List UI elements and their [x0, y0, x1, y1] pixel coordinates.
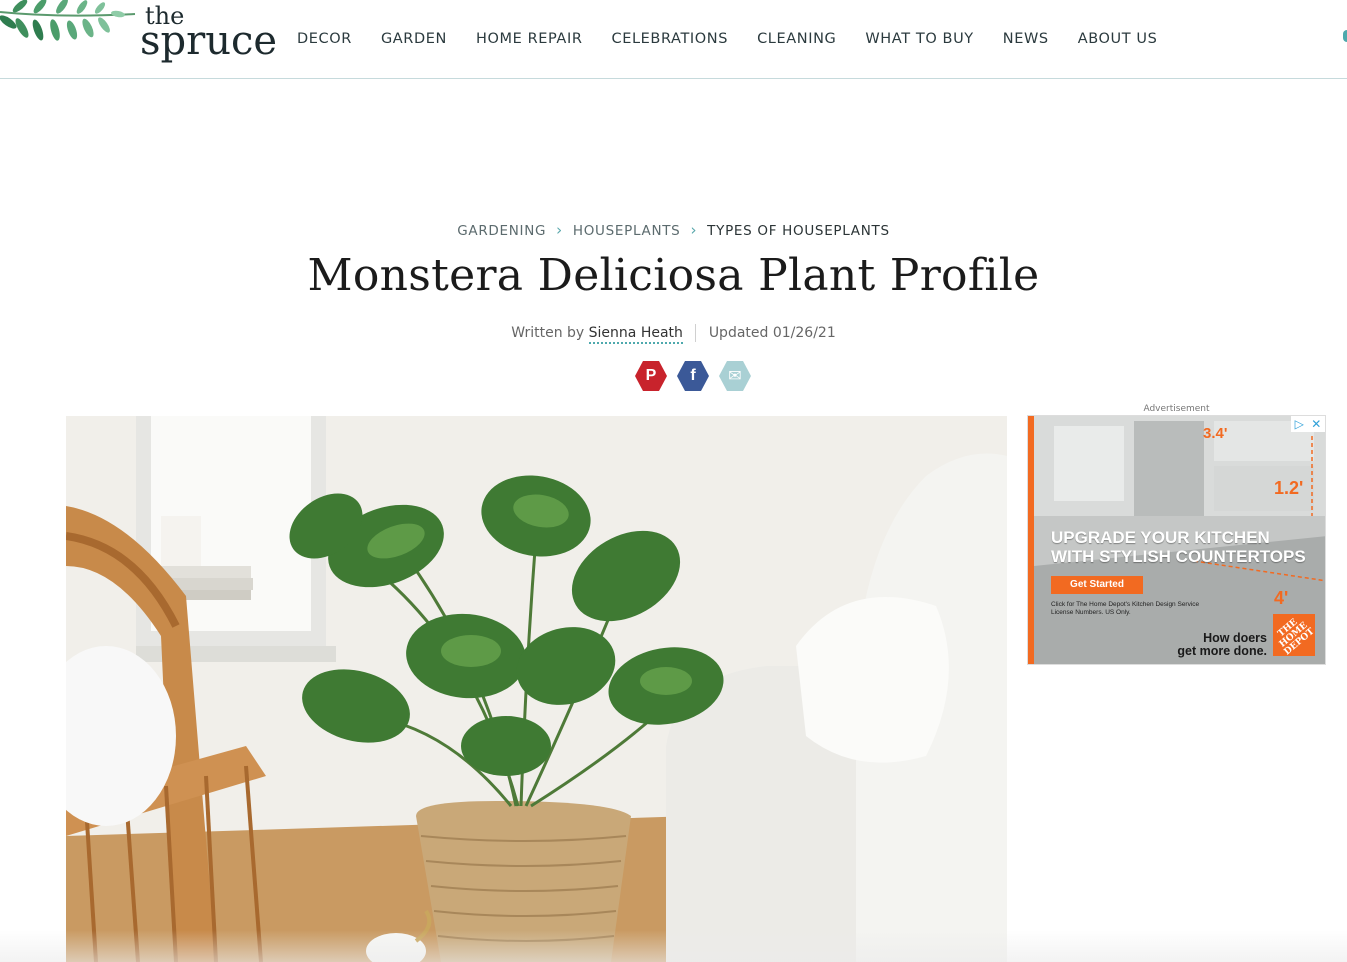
ad-controls: ▷ ✕ — [1291, 416, 1325, 432]
nav-home-repair[interactable]: HOME REPAIR — [476, 31, 583, 47]
leaf-branch-logo-graphic — [0, 0, 136, 41]
updated-date: Updated 01/26/21 — [708, 325, 836, 341]
nav-cleaning[interactable]: CLEANING — [757, 31, 836, 47]
logo-spruce[interactable]: spruce — [140, 18, 277, 64]
byline: Written by Sienna Heath Updated 01/26/21 — [0, 324, 1347, 344]
adchoices-icon[interactable]: ▷ — [1295, 417, 1304, 431]
social-share: P f ✉ — [635, 360, 751, 392]
advertisement[interactable]: 3.4' 1.2' 4' UPGRADE YOUR KITCHEN WITH S… — [1027, 415, 1326, 665]
pinterest-share-button[interactable]: P — [635, 360, 667, 392]
ad-label: Advertisement — [1143, 404, 1210, 414]
ad-headline-line-2: WITH STYLISH COUNTERTOPS — [1051, 547, 1306, 566]
home-depot-logo-text: THE HOME DEPOT — [1276, 616, 1317, 657]
search-toggle-edge[interactable] — [1343, 30, 1347, 42]
main-nav: DECOR GARDEN HOME REPAIR CELEBRATIONS CL… — [297, 31, 1186, 47]
ad-tagline: How doers get more done. — [1177, 632, 1267, 658]
monstera-plant-photo — [66, 416, 1007, 962]
ad-dimension-2: 1.2' — [1274, 478, 1304, 498]
written-by-label: Written by — [511, 325, 585, 341]
article-title: Monstera Deliciosa Plant Profile — [307, 250, 1040, 301]
ad-get-started-button[interactable]: Get Started — [1051, 576, 1143, 594]
home-depot-logo: THE HOME DEPOT — [1273, 614, 1316, 657]
breadcrumb-houseplants[interactable]: HOUSEPLANTS — [573, 223, 681, 239]
facebook-share-button[interactable]: f — [677, 360, 709, 392]
breadcrumb-current[interactable]: TYPES OF HOUSEPLANTS — [707, 223, 890, 239]
ad-dimension-1: 3.4' — [1203, 425, 1228, 442]
pinterest-icon: P — [645, 367, 657, 384]
nav-garden[interactable]: GARDEN — [381, 31, 447, 47]
site-header: the spruce DECOR GARDEN HOME REPAIR CELE… — [0, 0, 1347, 79]
ad-headline-line-1: UPGRADE YOUR KITCHEN — [1051, 528, 1270, 547]
facebook-icon: f — [690, 367, 696, 384]
breadcrumb: GARDENING › HOUSEPLANTS › TYPES OF HOUSEPLAN… — [0, 221, 1347, 239]
nav-celebrations[interactable]: CELEBRATIONS — [612, 31, 729, 47]
nav-what-to-buy[interactable]: WHAT TO BUY — [865, 31, 973, 47]
ad-headline: UPGRADE YOUR KITCHEN WITH STYLISH COUNTE… — [1051, 528, 1306, 566]
nav-about-us[interactable]: ABOUT US — [1078, 31, 1158, 47]
nav-news[interactable]: NEWS — [1003, 31, 1049, 47]
email-share-button[interactable]: ✉ — [719, 360, 751, 392]
chevron-right-icon: › — [556, 221, 563, 239]
hero-image — [66, 416, 1007, 962]
byline-divider — [695, 324, 697, 342]
chevron-right-icon: › — [690, 221, 698, 239]
breadcrumb-gardening[interactable]: GARDENING — [457, 223, 546, 239]
ad-fine-print: Click for The Home Depot's Kitchen Desig… — [1051, 601, 1200, 616]
author-link[interactable]: Sienna Heath — [588, 325, 683, 344]
nav-decor[interactable]: DECOR — [297, 31, 352, 47]
ad-dimension-3: 4' — [1274, 588, 1289, 608]
ad-tagline-line-2: get more done. — [1177, 644, 1267, 658]
close-icon[interactable]: ✕ — [1311, 417, 1321, 431]
email-icon: ✉ — [728, 368, 742, 385]
